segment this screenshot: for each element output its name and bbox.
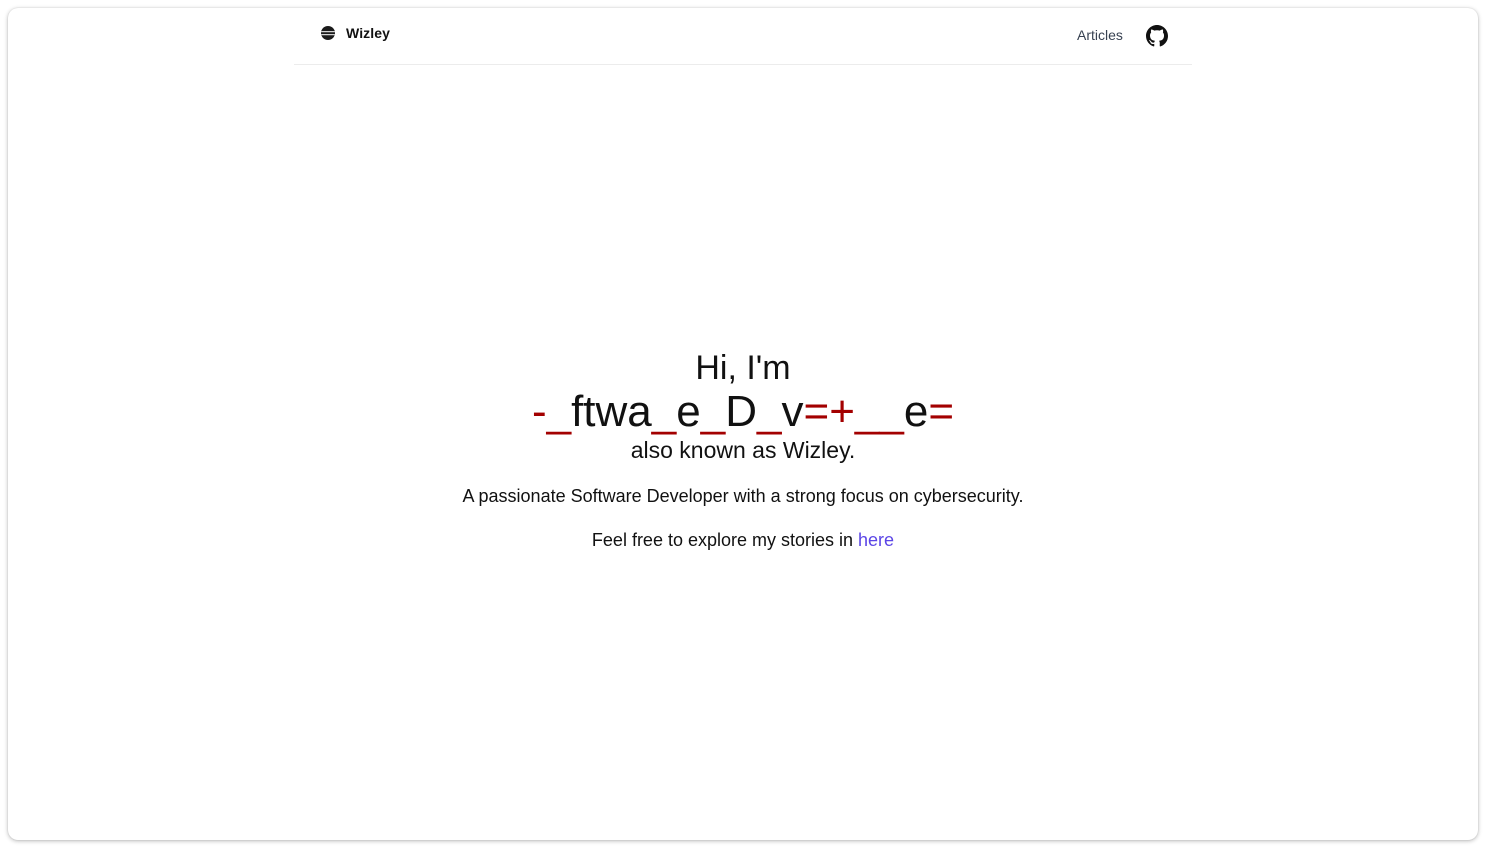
scramble-segment: -_ — [531, 387, 572, 436]
scramble-segment: D — [725, 387, 758, 436]
hero-tagline: A passionate Software Developer with a s… — [462, 486, 1024, 506]
hero-greeting: Hi, I'm — [695, 349, 791, 387]
scramble-segment: v — [781, 387, 804, 436]
scramble-segment: e — [903, 387, 929, 436]
scramble-segment: _ — [700, 387, 726, 436]
nav-articles-link[interactable]: Articles — [1077, 27, 1123, 43]
brand-home-link[interactable]: Wizley — [320, 25, 390, 41]
browser-viewport: Wizley Articles Hi, I'm -_ftwa_e_D_v=+__… — [8, 8, 1478, 840]
hero-section: Hi, I'm -_ftwa_e_D_v=+__e= also known as… — [8, 348, 1478, 552]
scramble-segment: =+__ — [803, 387, 904, 436]
navbar: Wizley Articles — [294, 8, 1192, 65]
hero-aka: also known as Wizley. — [630, 437, 856, 463]
scramble-segment: = — [928, 387, 955, 436]
explore-prefix: Feel free to explore my stories in — [591, 530, 859, 550]
scramble-segment: e — [676, 387, 701, 436]
scrambled-title: -_ftwa_e_D_v=+__e= — [8, 388, 1478, 436]
github-link[interactable] — [1146, 25, 1168, 47]
stories-here-link[interactable]: here — [858, 530, 894, 550]
scramble-segment: _ — [757, 387, 782, 436]
explore-line: Feel free to explore my stories in here — [8, 528, 1478, 552]
planet-logo-icon — [321, 26, 335, 40]
github-icon — [1146, 25, 1168, 47]
brand-name: Wizley — [346, 25, 391, 41]
scramble-segment: _ — [651, 387, 677, 436]
scramble-segment: ftwa — [571, 387, 652, 436]
